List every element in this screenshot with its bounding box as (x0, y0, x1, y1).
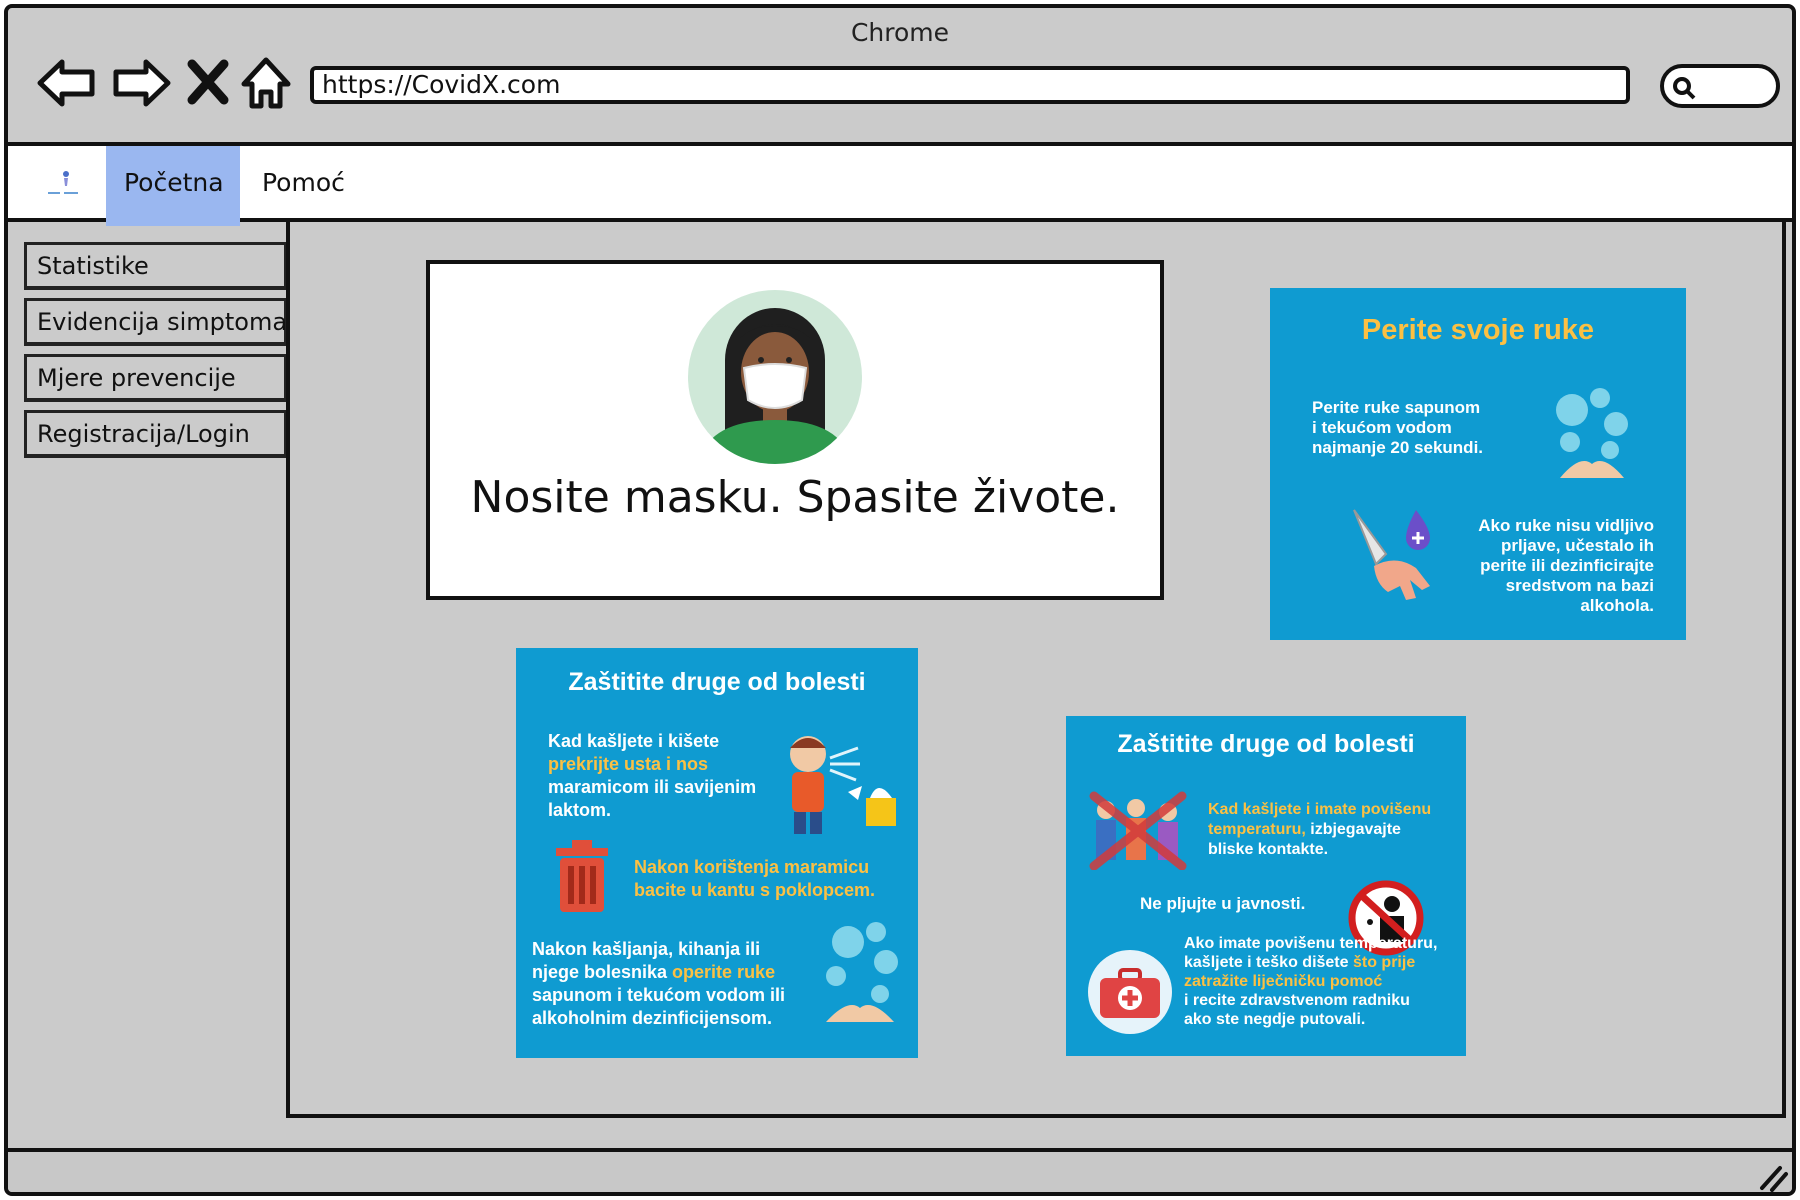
poster-title: Zaštitite druge od bolesti (1117, 730, 1415, 758)
close-contact-crossed-icon (1089, 791, 1187, 870)
poster-text: Ne pljujte u javnosti. (1140, 894, 1306, 913)
search-icon (1673, 77, 1696, 100)
poster-title: Zaštitite druge od bolesti (568, 668, 866, 696)
poster-text: Nakon kašljanja, kihanja ili njege boles… (532, 939, 786, 1028)
poster-text: Ako imate povišenu temperaturu, kašljete… (1184, 935, 1438, 1028)
sanitizer-hand-icon (1353, 509, 1430, 600)
close-icon[interactable] (184, 50, 232, 116)
poster-protect-others-2: Zaštitite druge od bolesti Kad kašljete … (1066, 716, 1466, 1056)
home-icon[interactable] (240, 50, 292, 116)
poster-text: Kad kašljete i kišete prekrijte usta i n… (548, 731, 757, 820)
tab-pomoc[interactable]: Pomoć (244, 146, 363, 226)
sidebar-item-evidencija-simptoma[interactable]: Evidencija simptoma (24, 298, 288, 346)
search-box[interactable] (1660, 64, 1780, 108)
sidebar-item-registracija-login[interactable]: Registracija/Login (24, 410, 288, 458)
sidebar-item-statistike[interactable]: Statistike (24, 242, 288, 290)
status-bar (8, 1148, 1792, 1194)
address-bar[interactable]: https://CovidX.com (310, 66, 1630, 104)
poster-text: Ako ruke nisu vidljivo prljave, učestalo… (1478, 516, 1654, 615)
site-navbar: Početna Pomoć (8, 142, 1792, 226)
poster-protect-others-1: Zaštitite druge od bolesti Kad kašljete … (516, 648, 918, 1058)
window-title: Chrome (850, 18, 950, 47)
poster-text: Perite ruke sapunom i tekućom vodom najm… (1312, 398, 1484, 457)
masked-woman-illustration (688, 290, 862, 464)
poster-title: Perite svoje ruke (1361, 314, 1595, 346)
poster-text: Kad kašljete i imate povišenu temperatur… (1208, 801, 1432, 858)
soap-bubbles-icon (826, 922, 898, 1022)
site-logo-icon (48, 171, 78, 194)
first-aid-kit-icon (1088, 950, 1172, 1034)
tab-pocetna[interactable]: Početna (106, 146, 240, 226)
forward-arrow-icon[interactable] (108, 50, 174, 116)
browser-window: Chrome https://CovidX.com Početna Pomoć … (4, 4, 1796, 1196)
trash-bin-icon (556, 840, 608, 912)
poster-text: Nakon korištenja maramicu bacite u kantu… (634, 857, 876, 900)
resize-handle-icon[interactable] (1756, 1160, 1790, 1194)
mask-banner: Nosite masku. Spasite živote. (426, 260, 1164, 600)
soap-bubbles-icon (1556, 388, 1628, 478)
poster-wash-hands: Perite svoje ruke Perite ruke sapunom i … (1270, 288, 1686, 640)
sidebar-item-mjere-prevencije[interactable]: Mjere prevencije (24, 354, 288, 402)
sneezing-boy-icon (790, 736, 896, 834)
mask-caption: Nosite masku. Spasite živote. (470, 472, 1120, 523)
back-arrow-icon[interactable] (34, 50, 100, 116)
